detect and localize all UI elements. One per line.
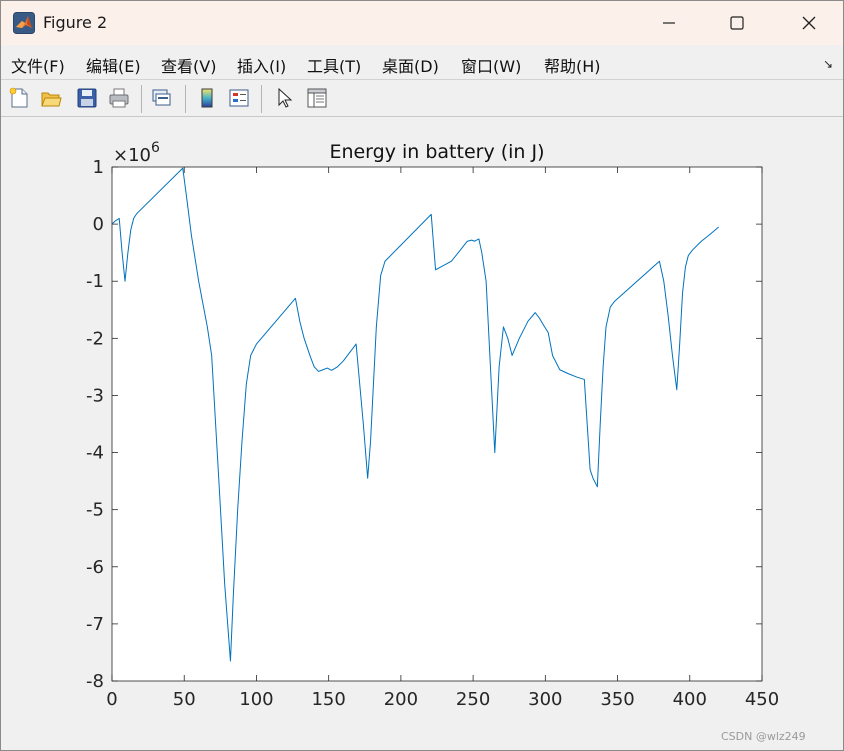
insert-colorbar-button[interactable] [193, 84, 221, 112]
edit-plot-button[interactable] [271, 84, 299, 112]
maximize-icon [730, 16, 744, 30]
menu-edit[interactable]: 编辑(E) [86, 53, 141, 77]
x-tick-label: 50 [173, 689, 196, 710]
property-inspector-button[interactable] [303, 84, 331, 112]
property-inspector-icon [307, 88, 327, 108]
insert-legend-button[interactable] [225, 84, 253, 112]
matlab-icon [13, 12, 35, 34]
x-tick-label: 200 [384, 689, 418, 710]
new-figure-button[interactable] [5, 84, 33, 112]
open-file-icon [41, 92, 62, 107]
link-plot-button[interactable] [147, 84, 175, 112]
x-tick-label: 0 [106, 689, 117, 710]
toolbar-separator [185, 85, 186, 113]
minimize-button[interactable] [641, 1, 697, 45]
y-tick-label: -7 [86, 614, 104, 635]
watermark: CSDN @wlz249 [721, 730, 806, 743]
y-tick-label: -1 [86, 271, 104, 292]
close-button[interactable] [781, 1, 837, 45]
x-tick-label: 150 [311, 689, 345, 710]
menu-bar: 文件(F) 编辑(E) 查看(V) 插入(I) 工具(T) 桌面(D) 窗口(W… [1, 45, 843, 79]
axes-chart[interactable]: 0 50 100 150 200 250 300 350 400 450 1 0 -1 -2 -3 -4 -5… [1, 117, 843, 750]
y-tick-label: -6 [86, 557, 104, 578]
x-tick-label: 100 [239, 689, 273, 710]
x-tick-label: 250 [456, 689, 490, 710]
menu-file[interactable]: 文件(F) [11, 53, 65, 77]
axes-background [112, 167, 762, 681]
exponent-power: 6 [151, 140, 160, 156]
y-tick-label: -3 [86, 385, 104, 406]
save-icon [77, 88, 97, 108]
title-bar[interactable]: Figure 2 [1, 1, 843, 45]
legend-icon [229, 89, 249, 107]
window-title: Figure 2 [43, 13, 108, 32]
menu-tools[interactable]: 工具(T) [307, 53, 361, 77]
x-tick-label: 300 [528, 689, 562, 710]
dock-arrow-icon[interactable]: ↘ [823, 57, 833, 71]
x-tick-label: 450 [745, 689, 779, 710]
x-tick-label: 350 [600, 689, 634, 710]
close-icon [802, 16, 816, 30]
figure-canvas: 0 50 100 150 200 250 300 350 400 450 1 0 -1 -2 -3 -4 -5… [1, 117, 843, 750]
minimize-icon [663, 22, 675, 24]
y-tick-label: -4 [86, 443, 104, 464]
menu-insert[interactable]: 插入(I) [237, 53, 286, 77]
y-tick-label: 1 [93, 157, 104, 178]
print-icon [109, 88, 129, 108]
toolbar-separator [141, 85, 142, 113]
x-tick-labels: 0 50 100 150 200 250 300 350 400 450 [106, 689, 779, 710]
open-file-button[interactable] [37, 84, 65, 112]
chart-title: Energy in battery (in J) [329, 141, 544, 163]
edit-plot-icon [278, 87, 293, 108]
y-tick-labels: 1 0 -1 -2 -3 -4 -5 -6 -7 -8 [86, 157, 104, 692]
colorbar-icon [201, 88, 213, 108]
toolbar-separator [261, 85, 262, 113]
menu-help[interactable]: 帮助(H) [544, 53, 601, 77]
y-tick-label: 0 [93, 214, 104, 235]
x-tick-label: 400 [673, 689, 707, 710]
menu-window[interactable]: 窗口(W) [461, 53, 521, 77]
y-tick-label: -8 [86, 671, 104, 692]
y-tick-label: -2 [86, 328, 104, 349]
figure-window: Figure 2 文件(F) 编辑(E) 查看(V) 插入(I) 工具(T) 桌… [0, 0, 844, 751]
menu-view[interactable]: 查看(V) [161, 53, 216, 77]
save-button[interactable] [73, 84, 101, 112]
print-button[interactable] [105, 84, 133, 112]
figure-toolbar [1, 80, 843, 116]
exponent-label: ×106 [113, 140, 160, 166]
link-plot-icon [152, 89, 171, 106]
menu-desktop[interactable]: 桌面(D) [382, 53, 439, 77]
exponent-base: ×10 [113, 145, 151, 166]
maximize-button[interactable] [709, 1, 765, 45]
new-figure-icon [9, 87, 28, 108]
y-tick-label: -5 [86, 500, 104, 521]
